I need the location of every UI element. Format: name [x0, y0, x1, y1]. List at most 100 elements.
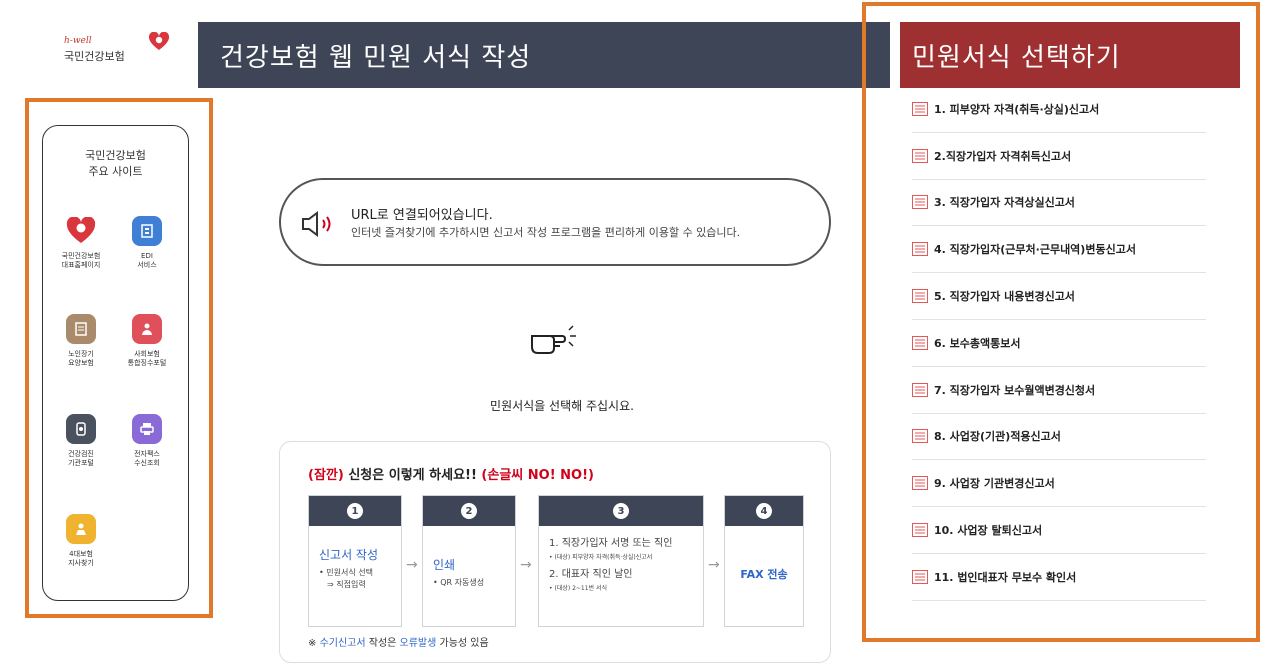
step-header: 1: [309, 496, 401, 526]
document-icon: [912, 335, 928, 350]
page-title: 건강보험 웹 민원 서식 작성: [198, 22, 890, 88]
step-main-text-2: 2. 대표자 직인 날인: [549, 569, 633, 580]
form-item-6[interactable]: 6. 보수총액통보서: [912, 320, 1206, 367]
logo-heart-icon: [148, 32, 170, 50]
speaker-icon: [302, 211, 331, 237]
device-icon: [66, 414, 96, 444]
printer-icon: [132, 414, 162, 444]
form-item-11[interactable]: 11. 법인대표자 무보수 확인서: [912, 554, 1206, 601]
step-3: 3 1. 직장가입자 서명 또는 직인 • (대상) 피부양자 자격(취득·상실…: [538, 495, 704, 627]
site-link-checkup-portal[interactable]: 건강검진 기관포털: [49, 414, 113, 468]
step-body: 1. 직장가입자 서명 또는 직인 • (대상) 피부양자 자격(취득·상실)신…: [539, 526, 703, 602]
step-sub-text: ⇒ 직접입력: [327, 580, 366, 589]
heart-icon: [66, 216, 96, 246]
step-1: 1 신고서 작성 • 민원서식 선택 ⇒ 직접입력: [308, 495, 402, 627]
step-header: 3: [539, 496, 703, 526]
notice-line1: URL로 연결되어있습니다.: [351, 208, 493, 223]
site-link-ltc[interactable]: 노인장기 요양보험: [49, 314, 113, 368]
people-icon: [132, 314, 162, 344]
document-icon: [912, 382, 928, 397]
nhis-logo[interactable]: h-well 국민건강보험: [64, 30, 174, 66]
form-item-3[interactable]: 3. 직장가입자 자격상실신고서: [912, 180, 1206, 227]
form-item-1[interactable]: 1. 피부양자 자격(취득·상실)신고서: [912, 86, 1206, 133]
step-arrow: →: [708, 557, 720, 573]
steps-title-caution: (잠깐): [308, 468, 344, 483]
step-arrow: →: [406, 557, 418, 573]
step-main-text: 신고서 작성: [319, 548, 379, 562]
step-main-text: 1. 직장가입자 서명 또는 직인: [549, 538, 673, 549]
step-body: 인쇄 • QR 자동생성: [423, 526, 515, 597]
site-link-collection-portal[interactable]: 사회보험 통합징수포털: [115, 314, 179, 368]
step-number: 4: [756, 503, 772, 519]
form-item-label: 11. 법인대표자 무보수 확인서: [934, 570, 1077, 584]
step-body: 신고서 작성 • 민원서식 선택 ⇒ 직접입력: [309, 526, 401, 599]
branch-icon: [66, 514, 96, 544]
form-item-8[interactable]: 8. 사업장(기관)적용신고서: [912, 414, 1206, 461]
site-link-efax[interactable]: 전자팩스 수신조회: [115, 414, 179, 468]
form-item-label: 2.직장가입자 자격취득신고서: [934, 149, 1072, 163]
site-label: 4대보험 지사찾기: [68, 550, 94, 567]
step-arrow: →: [520, 557, 532, 573]
site-link-edi[interactable]: EDI 서비스: [115, 216, 179, 270]
document-icon: [912, 148, 928, 163]
form-list: 1. 피부양자 자격(취득·상실)신고서 2.직장가입자 자격취득신고서 3. 직장…: [912, 86, 1206, 601]
step-main-text: 인쇄: [433, 558, 456, 572]
step-sub-text: • 민원서식 선택: [319, 568, 373, 577]
note-text: 작성은: [365, 638, 400, 649]
site-label: 노인장기 요양보험: [68, 350, 94, 367]
form-item-label: 1. 피부양자 자격(취득·상실)신고서: [934, 102, 1100, 116]
sites-title: 국민건강보험 주요 사이트: [43, 148, 188, 180]
note-text: 가능성 있음: [436, 638, 489, 649]
note-keyword: 오류발생: [399, 638, 437, 649]
step-header: 4: [725, 496, 803, 526]
steps-title: (잠깐) 신청은 이렇게 하세요!! (손글씨 NO! NO!): [308, 464, 594, 483]
logo-subtitle: h-well: [64, 36, 92, 46]
form-item-9[interactable]: 9. 사업장 기관변경신고서: [912, 460, 1206, 508]
main-sites-panel: 국민건강보험 주요 사이트 국민건강보험 대표홈페이지 EDI 서비스 노인장기…: [42, 125, 189, 601]
site-link-branch-finder[interactable]: 4대보험 지사찾기: [49, 514, 113, 568]
form-item-label: 10. 사업장 탈퇴신고서: [934, 524, 1043, 538]
document-icon: [912, 569, 928, 584]
form-item-label: 4. 직장가입자(근무처·근무내역)변동신고서: [934, 243, 1136, 257]
application-steps-panel: (잠깐) 신청은 이렇게 하세요!! (손글씨 NO! NO!) 1 신고서 작…: [279, 441, 831, 663]
site-label: 사회보험 통합징수포털: [127, 350, 167, 367]
step-header: 2: [423, 496, 515, 526]
step-number: 3: [613, 503, 629, 519]
note-prefix: ※: [308, 638, 320, 649]
document-icon: [912, 195, 928, 210]
form-item-7[interactable]: 7. 직장가입자 보수월액변경신청서: [912, 367, 1206, 414]
document-icon: [66, 314, 96, 344]
form-item-10[interactable]: 10. 사업장 탈퇴신고서: [912, 507, 1206, 554]
notice-line2: 인터넷 즐겨찾기에 추가하시면 신고서 작성 프로그램을 편리하게 이용할 수 …: [351, 226, 741, 239]
form-item-5[interactable]: 5. 직장가입자 내용변경신고서: [912, 273, 1206, 320]
form-item-2[interactable]: 2.직장가입자 자격취득신고서: [912, 133, 1206, 180]
form-list-title: 민원서식 선택하기: [900, 22, 1240, 88]
pointing-hand-icon: [531, 325, 576, 354]
document-icon: [912, 289, 928, 304]
step-main-text: FAX 전송: [740, 568, 788, 581]
step-sub-text: • QR 자동생성: [433, 578, 485, 587]
site-label: 전자팩스 수신조회: [134, 450, 160, 467]
site-label: 국민건강보험 대표홈페이지: [61, 252, 101, 269]
form-item-label: 7. 직장가입자 보수월액변경신청서: [934, 383, 1096, 397]
url-notice: URL로 연결되어있습니다. 인터넷 즐겨찾기에 추가하시면 신고서 작성 프로…: [279, 178, 831, 266]
step-body: FAX 전송: [725, 526, 803, 590]
site-link-nhis-home[interactable]: 국민건강보험 대표홈페이지: [49, 216, 113, 270]
form-item-4[interactable]: 4. 직장가입자(근무처·근무내역)변동신고서: [912, 226, 1206, 274]
site-label: 건강검진 기관포털: [68, 450, 94, 467]
form-item-label: 6. 보수총액통보서: [934, 336, 1021, 350]
sites-title-line2: 주요 사이트: [88, 165, 143, 178]
steps-title-warning: (손글씨 NO! NO!): [481, 468, 594, 483]
sites-title-line1: 국민건강보험: [85, 149, 146, 162]
site-label: EDI 서비스: [137, 252, 157, 269]
step-number: 2: [461, 503, 477, 519]
document-icon: [912, 476, 928, 491]
form-item-label: 9. 사업장 기관변경신고서: [934, 477, 1055, 491]
handwriting-warning-note: ※ 수기신고서 작성은 오류발생 가능성 있음: [308, 634, 489, 649]
step-2: 2 인쇄 • QR 자동생성: [422, 495, 516, 627]
form-item-label: 3. 직장가입자 자격상실신고서: [934, 196, 1075, 210]
step-4: 4 FAX 전송: [724, 495, 804, 627]
step-sub-text: • (대상) 2~11번 서식: [549, 585, 608, 592]
select-form-message: 민원서식을 선택해 주십시요.: [490, 399, 634, 413]
document-icon: [912, 101, 928, 116]
